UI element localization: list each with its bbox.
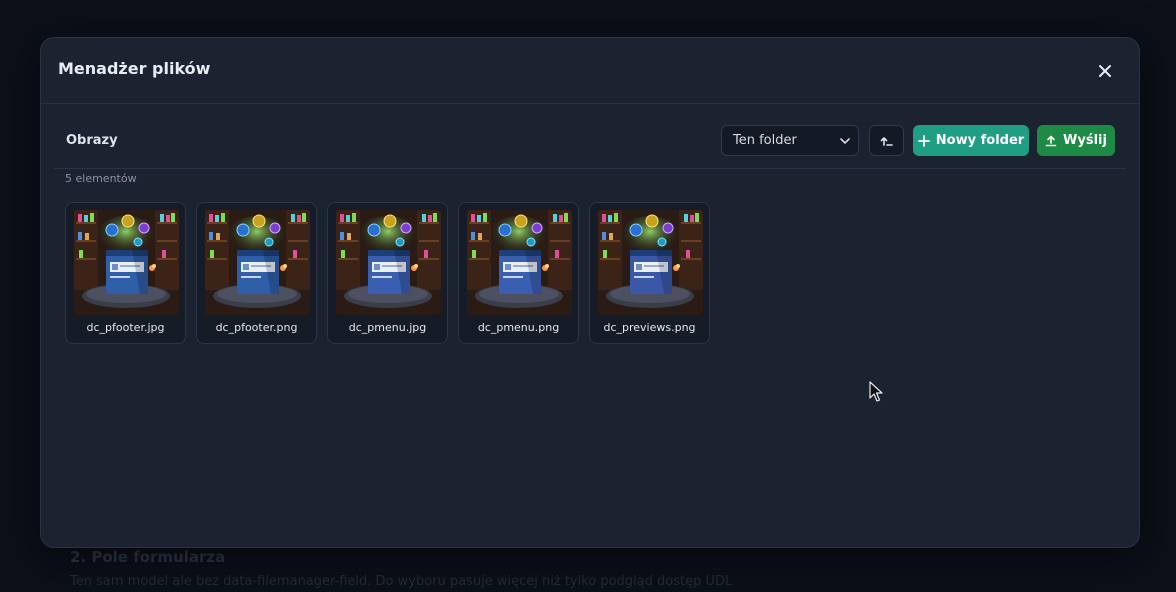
file-name: dc_pfooter.jpg <box>86 321 165 334</box>
file-card[interactable]: dc_pfooter.png <box>196 202 317 344</box>
file-thumbnail <box>467 210 572 315</box>
file-thumbnail <box>205 210 310 315</box>
arrow-up-icon <box>880 136 893 146</box>
close-button[interactable] <box>1093 59 1117 83</box>
item-count: 5 elementów <box>65 172 137 185</box>
image-thumbnail-icon <box>205 210 310 315</box>
image-thumbnail-icon <box>336 210 441 315</box>
close-icon <box>1099 65 1111 77</box>
file-thumbnail <box>336 210 441 315</box>
image-thumbnail-icon <box>598 210 703 315</box>
file-card[interactable]: dc_pmenu.png <box>458 202 579 344</box>
file-name: dc_pmenu.png <box>477 321 560 334</box>
file-grid: dc_pfooter.jpg dc_pfooter.png dc_pmenu.j… <box>65 202 710 344</box>
mouse-cursor-icon <box>869 381 883 402</box>
image-thumbnail-icon <box>467 210 572 315</box>
search-scope-select[interactable]: Ten folder <box>721 125 859 156</box>
new-folder-button[interactable]: Nowy folder <box>913 125 1029 156</box>
file-manager-modal: Menadżer plików Obrazy Ten folder Nowy f… <box>40 37 1140 548</box>
file-name: dc_pmenu.jpg <box>348 321 427 334</box>
upload-icon <box>1045 135 1057 146</box>
chevron-down-icon <box>840 138 850 145</box>
file-card[interactable]: dc_pfooter.jpg <box>65 202 186 344</box>
file-toolbar: Obrazy Ten folder Nowy folder Wyślij <box>54 104 1126 169</box>
file-thumbnail <box>74 210 179 315</box>
modal-title: Menadżer plików <box>58 59 211 78</box>
parent-folder-button[interactable] <box>869 125 904 156</box>
file-card[interactable]: dc_pmenu.jpg <box>327 202 448 344</box>
file-name: dc_previews.png <box>603 321 696 334</box>
modal-header: Menadżer plików <box>41 38 1139 104</box>
image-thumbnail-icon <box>74 210 179 315</box>
upload-label: Wyślij <box>1063 133 1107 148</box>
new-folder-label: Nowy folder <box>935 133 1025 148</box>
file-name: dc_pfooter.png <box>215 321 298 334</box>
background-heading: 2. Pole formularza <box>70 548 226 566</box>
file-card[interactable]: dc_previews.png <box>589 202 710 344</box>
background-paragraph: Ten sam model ale bez data-filemanager-f… <box>70 574 733 589</box>
plus-icon <box>917 134 930 147</box>
current-folder-name: Obrazy <box>66 133 118 148</box>
file-thumbnail <box>598 210 703 315</box>
search-scope-value: Ten folder <box>733 133 797 148</box>
upload-button[interactable]: Wyślij <box>1037 125 1115 156</box>
